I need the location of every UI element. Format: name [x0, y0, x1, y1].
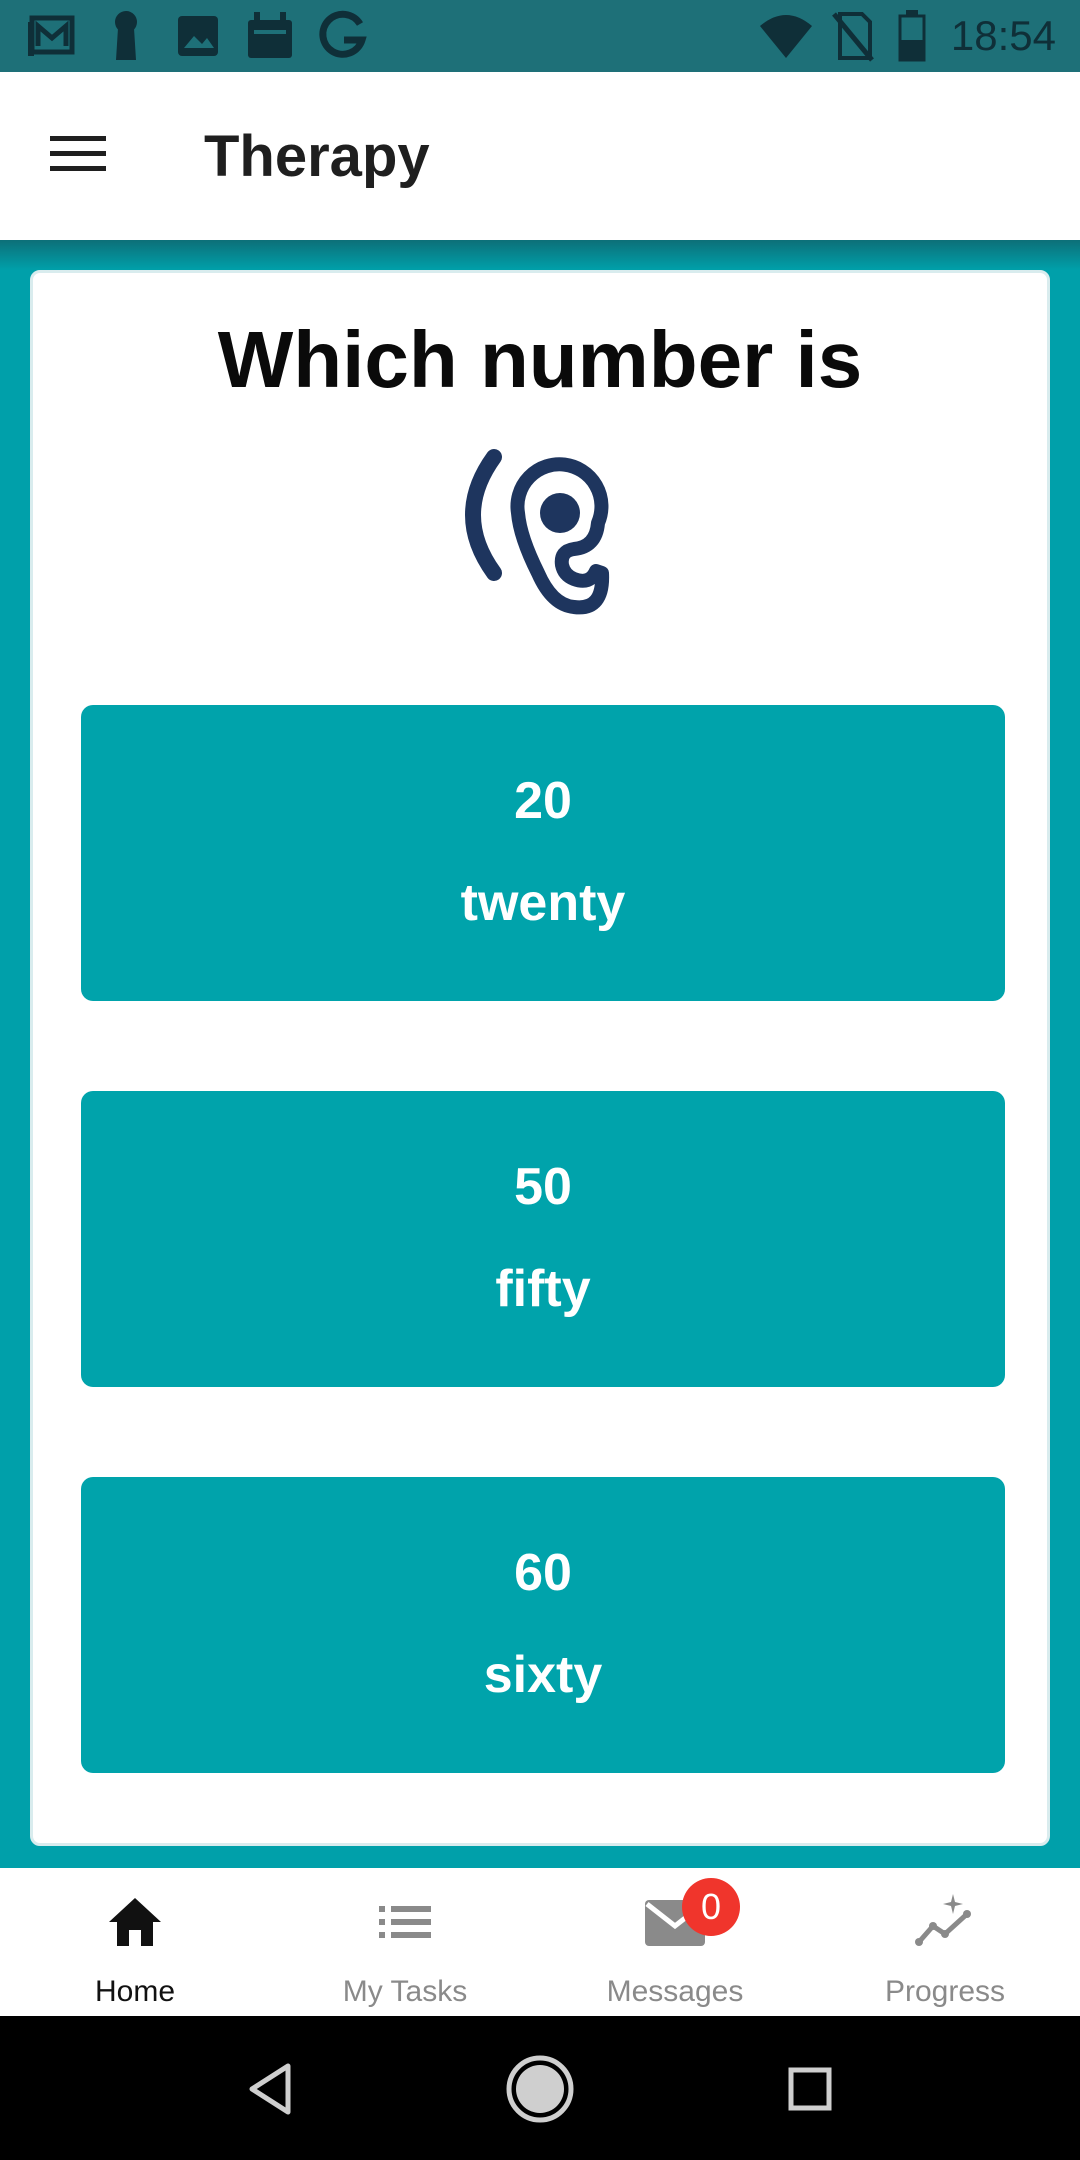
option-number: 60: [514, 1544, 572, 1602]
answer-option-20[interactable]: 20 twenty: [81, 705, 1005, 1001]
app-bar: Therapy: [0, 72, 1080, 240]
gmail-icon: [28, 15, 75, 56]
answer-option-50[interactable]: 50 fifty: [81, 1091, 1005, 1387]
option-word: fifty: [495, 1260, 591, 1318]
battery-icon: [898, 10, 926, 62]
option-word: sixty: [483, 1646, 603, 1704]
question-card: Which number is 20 twenty 50 fifty 60 si…: [30, 270, 1050, 1846]
wifi-icon: [760, 15, 812, 58]
option-number: 20: [514, 772, 572, 830]
ear-listen-icon[interactable]: [458, 433, 658, 633]
nav-item-progress[interactable]: Progress: [810, 1868, 1080, 2016]
nav-label-my-tasks: My Tasks: [342, 1975, 468, 2008]
nav-label-messages: Messages: [606, 1975, 744, 2008]
calendar-icon: [248, 12, 292, 58]
recent-apps-icon[interactable]: [775, 2054, 845, 2124]
no-sim-icon: [832, 12, 874, 62]
messages-badge: 0: [682, 1878, 740, 1936]
status-time: 18:54: [950, 12, 1056, 59]
google-icon: [319, 10, 367, 58]
image-icon: [178, 16, 218, 56]
page-title: Therapy: [204, 124, 430, 189]
nav-label-home: Home: [94, 1975, 176, 2008]
app-bar-shadow: [0, 240, 1080, 270]
system-nav-bar: [0, 2016, 1080, 2160]
list-icon: [379, 1906, 431, 1938]
progress-chart-icon: [915, 1894, 971, 1946]
home-icon: [109, 1898, 161, 1946]
nav-label-progress: Progress: [884, 1975, 1006, 2008]
home-circle-icon[interactable]: [505, 2054, 575, 2124]
bottom-nav: Home My Tasks Messages 0 Progress: [0, 1868, 1080, 2016]
nav-item-my-tasks[interactable]: My Tasks: [270, 1868, 540, 2016]
answer-option-60[interactable]: 60 sixty: [81, 1477, 1005, 1773]
nav-item-messages[interactable]: Messages: [540, 1868, 810, 2016]
nav-item-home[interactable]: Home: [0, 1868, 270, 2016]
option-word: twenty: [460, 874, 626, 932]
question-text: Which number is: [217, 315, 863, 404]
keyhole-icon: [115, 11, 137, 60]
status-bar: 18:54: [0, 0, 1080, 72]
option-number: 50: [514, 1158, 572, 1216]
hamburger-menu-icon[interactable]: [50, 132, 106, 176]
back-icon[interactable]: [236, 2054, 306, 2124]
